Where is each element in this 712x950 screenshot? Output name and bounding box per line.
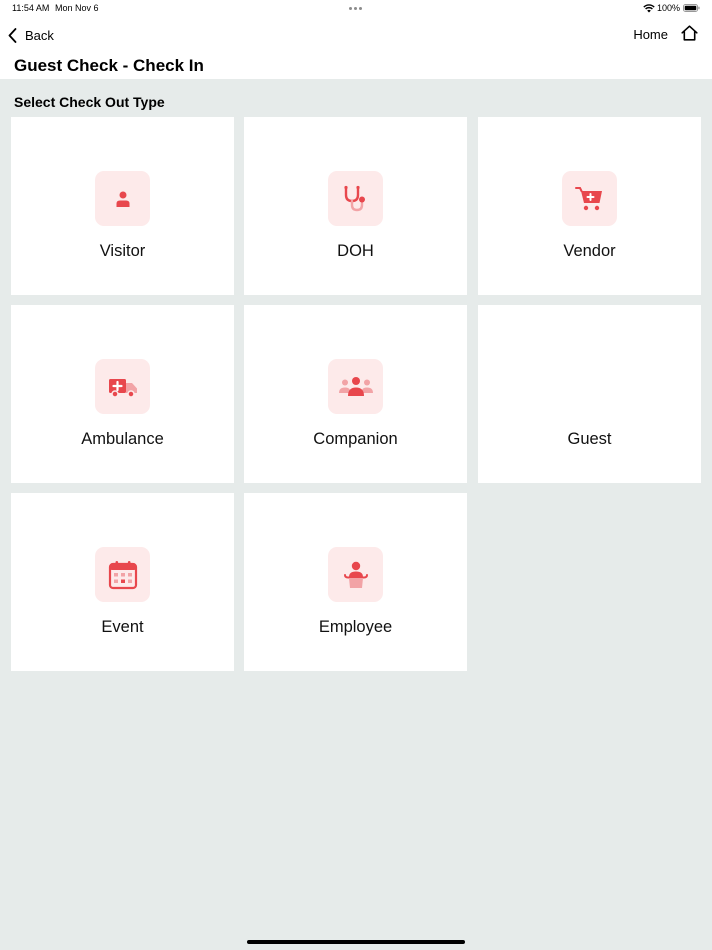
- battery-icon: [683, 4, 700, 12]
- tile-label: Vendor: [563, 242, 616, 260]
- tile-label: Ambulance: [81, 430, 164, 448]
- icon-box: [328, 547, 383, 602]
- section-title: Select Check Out Type: [14, 94, 165, 110]
- page-title: Guest Check - Check In: [14, 56, 204, 75]
- icon-box: [328, 171, 383, 226]
- tile-label: Employee: [318, 618, 393, 636]
- tile-employee[interactable]: Employee: [244, 493, 467, 671]
- tile-label: Companion: [313, 430, 398, 448]
- home-indicator[interactable]: [247, 940, 465, 944]
- tile-companion[interactable]: Companion: [244, 305, 467, 483]
- status-time: 11:54 AM: [12, 3, 50, 13]
- multitasking-dots-icon[interactable]: [349, 7, 365, 10]
- medical-cart-icon: [574, 186, 602, 210]
- navigation-bar: Back Home Guest Check - Check In: [0, 17, 712, 79]
- home-button[interactable]: Home: [633, 27, 668, 42]
- group-icon: [338, 376, 373, 396]
- battery-percent: 100%: [657, 3, 681, 13]
- status-date: Mon Nov 6: [55, 3, 99, 13]
- status-bar: 11:54 AM Mon Nov 6 100%: [0, 0, 712, 17]
- wifi-icon: [643, 4, 655, 13]
- stethoscope-icon: [343, 185, 365, 211]
- calendar-icon: [108, 560, 137, 589]
- tile-visitor[interactable]: Visitor: [11, 117, 234, 295]
- tile-label: Event: [101, 618, 144, 636]
- tile-label: DOH: [337, 242, 374, 260]
- ambulance-icon: [108, 378, 137, 398]
- tile-label: Guest: [567, 430, 612, 448]
- tile-doh[interactable]: DOH: [244, 117, 467, 295]
- icon-box: [562, 171, 617, 226]
- home-icon[interactable]: [681, 25, 698, 41]
- chevron-left-icon: [8, 27, 17, 43]
- back-button[interactable]: Back: [8, 26, 54, 44]
- employee-icon: [343, 561, 368, 588]
- tile-label: Visitor: [99, 242, 146, 260]
- icon-box: [328, 359, 383, 414]
- icon-box: [95, 171, 150, 226]
- icon-box: [95, 547, 150, 602]
- tile-event[interactable]: Event: [11, 493, 234, 671]
- back-label: Back: [25, 27, 54, 43]
- tile-vendor[interactable]: Vendor: [478, 117, 701, 295]
- person-icon: [116, 191, 129, 207]
- tile-guest[interactable]: Guest: [478, 305, 701, 483]
- tile-ambulance[interactable]: Ambulance: [11, 305, 234, 483]
- icon-box: [95, 359, 150, 414]
